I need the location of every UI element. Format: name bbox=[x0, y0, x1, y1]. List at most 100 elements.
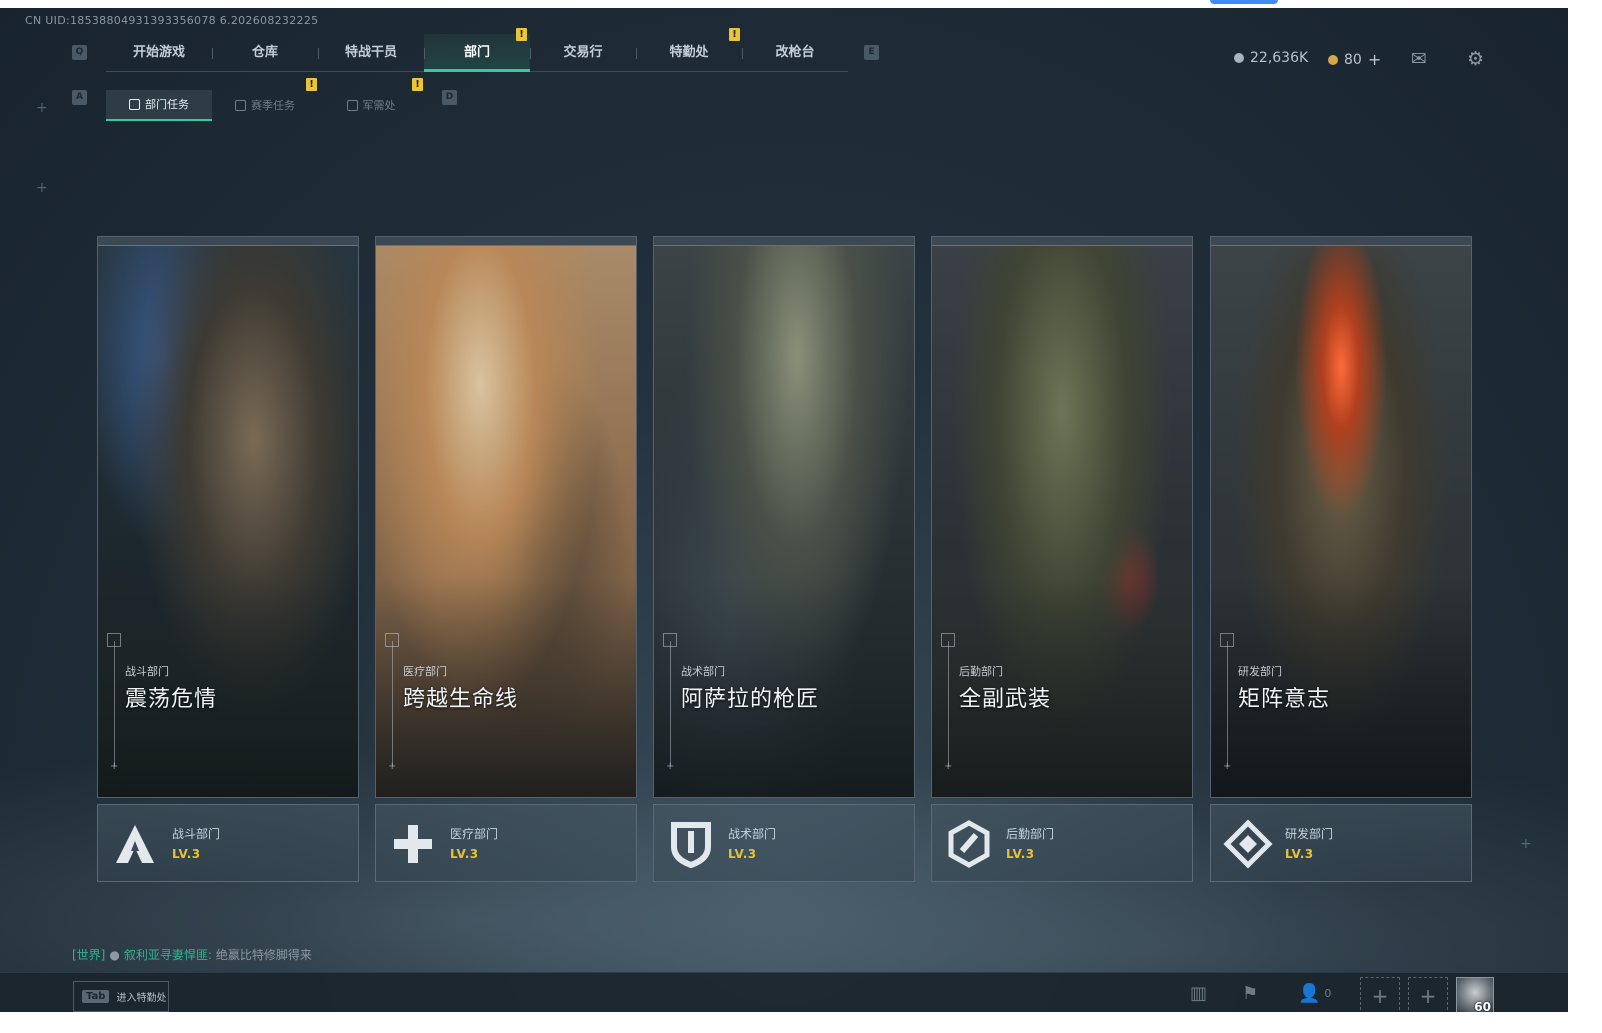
player-badge-icon: ● bbox=[109, 947, 120, 962]
tab-special-ops[interactable]: 特勤处 bbox=[636, 34, 742, 71]
mail-icon[interactable]: ✉ bbox=[1411, 48, 1427, 70]
coin-display[interactable]: 80 + bbox=[1328, 50, 1381, 69]
department-card-logistics[interactable]: 后勤部门 全副武装 + bbox=[931, 236, 1193, 798]
subtab-quartermaster[interactable]: 军需处 bbox=[318, 90, 424, 121]
world-chat-line[interactable]: [世界] ● 叙利亚寻妻悍匪: 绝赢比特修脚得来 bbox=[72, 946, 312, 963]
key-hint-left: Q bbox=[72, 45, 87, 60]
friends-count: 0 bbox=[1324, 987, 1332, 1000]
department-plate-research[interactable]: 研发部门 LV.3 bbox=[1210, 804, 1472, 882]
money-value: 22,636K bbox=[1250, 50, 1309, 66]
crosshair-decor: + bbox=[36, 100, 48, 116]
bottom-bar: Tab 进入特勤处 ▥ ⚑ 👤 0 + + 60 bbox=[0, 972, 1568, 1012]
alert-badge-departments: ! bbox=[516, 28, 527, 41]
department-plate-medical[interactable]: 医疗部门 LV.3 bbox=[375, 804, 637, 882]
stats-chart-icon[interactable]: ▥ bbox=[1190, 983, 1207, 1004]
card-line-decor bbox=[114, 641, 115, 767]
card-line-decor bbox=[948, 641, 949, 767]
card-dept-label: 战斗部门 bbox=[125, 665, 169, 678]
plate-dept-name: 医疗部门 bbox=[450, 827, 499, 841]
tab-start-game[interactable]: 开始游戏 bbox=[106, 34, 212, 71]
chat-player-name: 叙利亚寻妻悍匪: bbox=[123, 948, 212, 962]
key-hint-right: E bbox=[864, 45, 879, 60]
card-line-decor bbox=[670, 641, 671, 767]
card-dept-label: 医疗部门 bbox=[403, 665, 447, 678]
department-plate-tactical[interactable]: 战术部门 LV.3 bbox=[653, 804, 915, 882]
alert-badge-quartermaster: ! bbox=[412, 78, 423, 91]
flag-icon[interactable]: ⚑ bbox=[1242, 983, 1258, 1004]
alert-badge-special-ops: ! bbox=[729, 28, 740, 41]
medical-emblem-icon bbox=[386, 817, 440, 871]
card-header-strip bbox=[376, 237, 636, 246]
add-party-slot-1[interactable]: + bbox=[1360, 977, 1400, 1012]
alert-badge-season: ! bbox=[306, 78, 317, 91]
department-card-medical[interactable]: 医疗部门 跨越生命线 + bbox=[375, 236, 637, 798]
card-header-strip bbox=[654, 237, 914, 246]
game-frame: CN UID:18538804931393356078 6.2026082322… bbox=[0, 8, 1568, 1012]
key-hint-sub-right: D bbox=[442, 90, 457, 105]
tab-warehouse[interactable]: 仓库 bbox=[212, 34, 318, 71]
window-top-indicator bbox=[1210, 0, 1278, 4]
card-header-strip bbox=[1211, 237, 1471, 246]
crosshair-decor: + bbox=[36, 180, 48, 196]
plate-dept-name: 战术部门 bbox=[728, 827, 777, 841]
plate-level: LV.3 bbox=[1006, 847, 1035, 861]
player-avatar[interactable]: 60 bbox=[1456, 977, 1494, 1012]
tactical-emblem-icon bbox=[664, 817, 718, 871]
tab-key-hint: Tab bbox=[82, 990, 110, 1003]
key-hint-sub-left: A bbox=[72, 90, 87, 105]
subtab-label: 军需处 bbox=[362, 98, 396, 112]
avatar-level: 60 bbox=[1474, 1000, 1491, 1012]
task-icon bbox=[129, 99, 140, 110]
research-emblem-icon bbox=[1221, 817, 1275, 871]
settings-gear-icon[interactable]: ⚙ bbox=[1467, 48, 1484, 70]
plus-marker-icon: + bbox=[666, 761, 675, 772]
plate-dept-name: 战斗部门 bbox=[172, 827, 221, 841]
add-coin-button[interactable]: + bbox=[1368, 50, 1381, 69]
coin-value: 80 bbox=[1344, 51, 1362, 68]
subtab-label: 部门任务 bbox=[145, 97, 189, 111]
chat-channel: [世界] bbox=[72, 948, 106, 962]
tab-hint-text: 进入特勤处 bbox=[116, 993, 167, 1004]
money-display: 22,636K bbox=[1234, 50, 1308, 66]
tab-gunsmith[interactable]: 改枪台 bbox=[742, 34, 848, 71]
card-dept-label: 战术部门 bbox=[681, 665, 725, 678]
card-dept-label: 研发部门 bbox=[1238, 665, 1282, 678]
plate-level: LV.3 bbox=[450, 847, 479, 861]
plus-marker-icon: + bbox=[110, 761, 119, 772]
friends-button[interactable]: 👤 0 bbox=[1298, 983, 1331, 1004]
subtab-dept-tasks[interactable]: 部门任务 bbox=[106, 90, 212, 121]
coin-icon bbox=[1328, 54, 1338, 65]
supply-icon bbox=[346, 100, 358, 111]
tab-departments[interactable]: 部门 bbox=[424, 34, 530, 72]
card-line-decor bbox=[392, 641, 393, 767]
chat-message: 绝赢比特修脚得来 bbox=[215, 948, 312, 962]
card-mission-title: 震荡危情 bbox=[125, 687, 218, 712]
card-header-strip bbox=[98, 237, 358, 246]
uid-text: CN UID:18538804931393356078 6.2026082322… bbox=[25, 14, 319, 27]
subtab-season-tasks[interactable]: 赛季任务 bbox=[212, 90, 318, 121]
card-mission-title: 阿萨拉的枪匠 bbox=[681, 687, 820, 712]
department-plate-logistics[interactable]: 后勤部门 LV.3 bbox=[931, 804, 1193, 882]
plus-marker-icon: + bbox=[944, 761, 953, 772]
tab-operators[interactable]: 特战干员 bbox=[318, 34, 424, 71]
enter-special-ops-button[interactable]: Tab 进入特勤处 bbox=[73, 981, 169, 1012]
logistics-emblem-icon bbox=[942, 817, 996, 871]
sub-nav: 部门任务 赛季任务 军需处 bbox=[106, 90, 424, 121]
combat-emblem-icon bbox=[108, 817, 162, 871]
gear-small-icon bbox=[235, 100, 246, 111]
department-card-combat[interactable]: 战斗部门 震荡危情 + bbox=[97, 236, 359, 798]
crosshair-decor: + bbox=[1520, 836, 1532, 852]
card-mission-title: 矩阵意志 bbox=[1238, 687, 1331, 712]
card-header-strip bbox=[932, 237, 1192, 246]
plate-dept-name: 研发部门 bbox=[1285, 827, 1334, 841]
plate-level: LV.3 bbox=[1285, 847, 1314, 861]
add-party-slot-2[interactable]: + bbox=[1408, 977, 1448, 1012]
department-plate-combat[interactable]: 战斗部门 LV.3 bbox=[97, 804, 359, 882]
tab-trading[interactable]: 交易行 bbox=[530, 34, 636, 71]
friends-icon: 👤 bbox=[1298, 983, 1321, 1004]
department-card-tactical[interactable]: 战术部门 阿萨拉的枪匠 + bbox=[653, 236, 915, 798]
plate-level: LV.3 bbox=[728, 847, 757, 861]
department-card-research[interactable]: 研发部门 矩阵意志 + bbox=[1210, 236, 1472, 798]
card-dept-label: 后勤部门 bbox=[959, 665, 1003, 678]
plus-marker-icon: + bbox=[1223, 761, 1232, 772]
